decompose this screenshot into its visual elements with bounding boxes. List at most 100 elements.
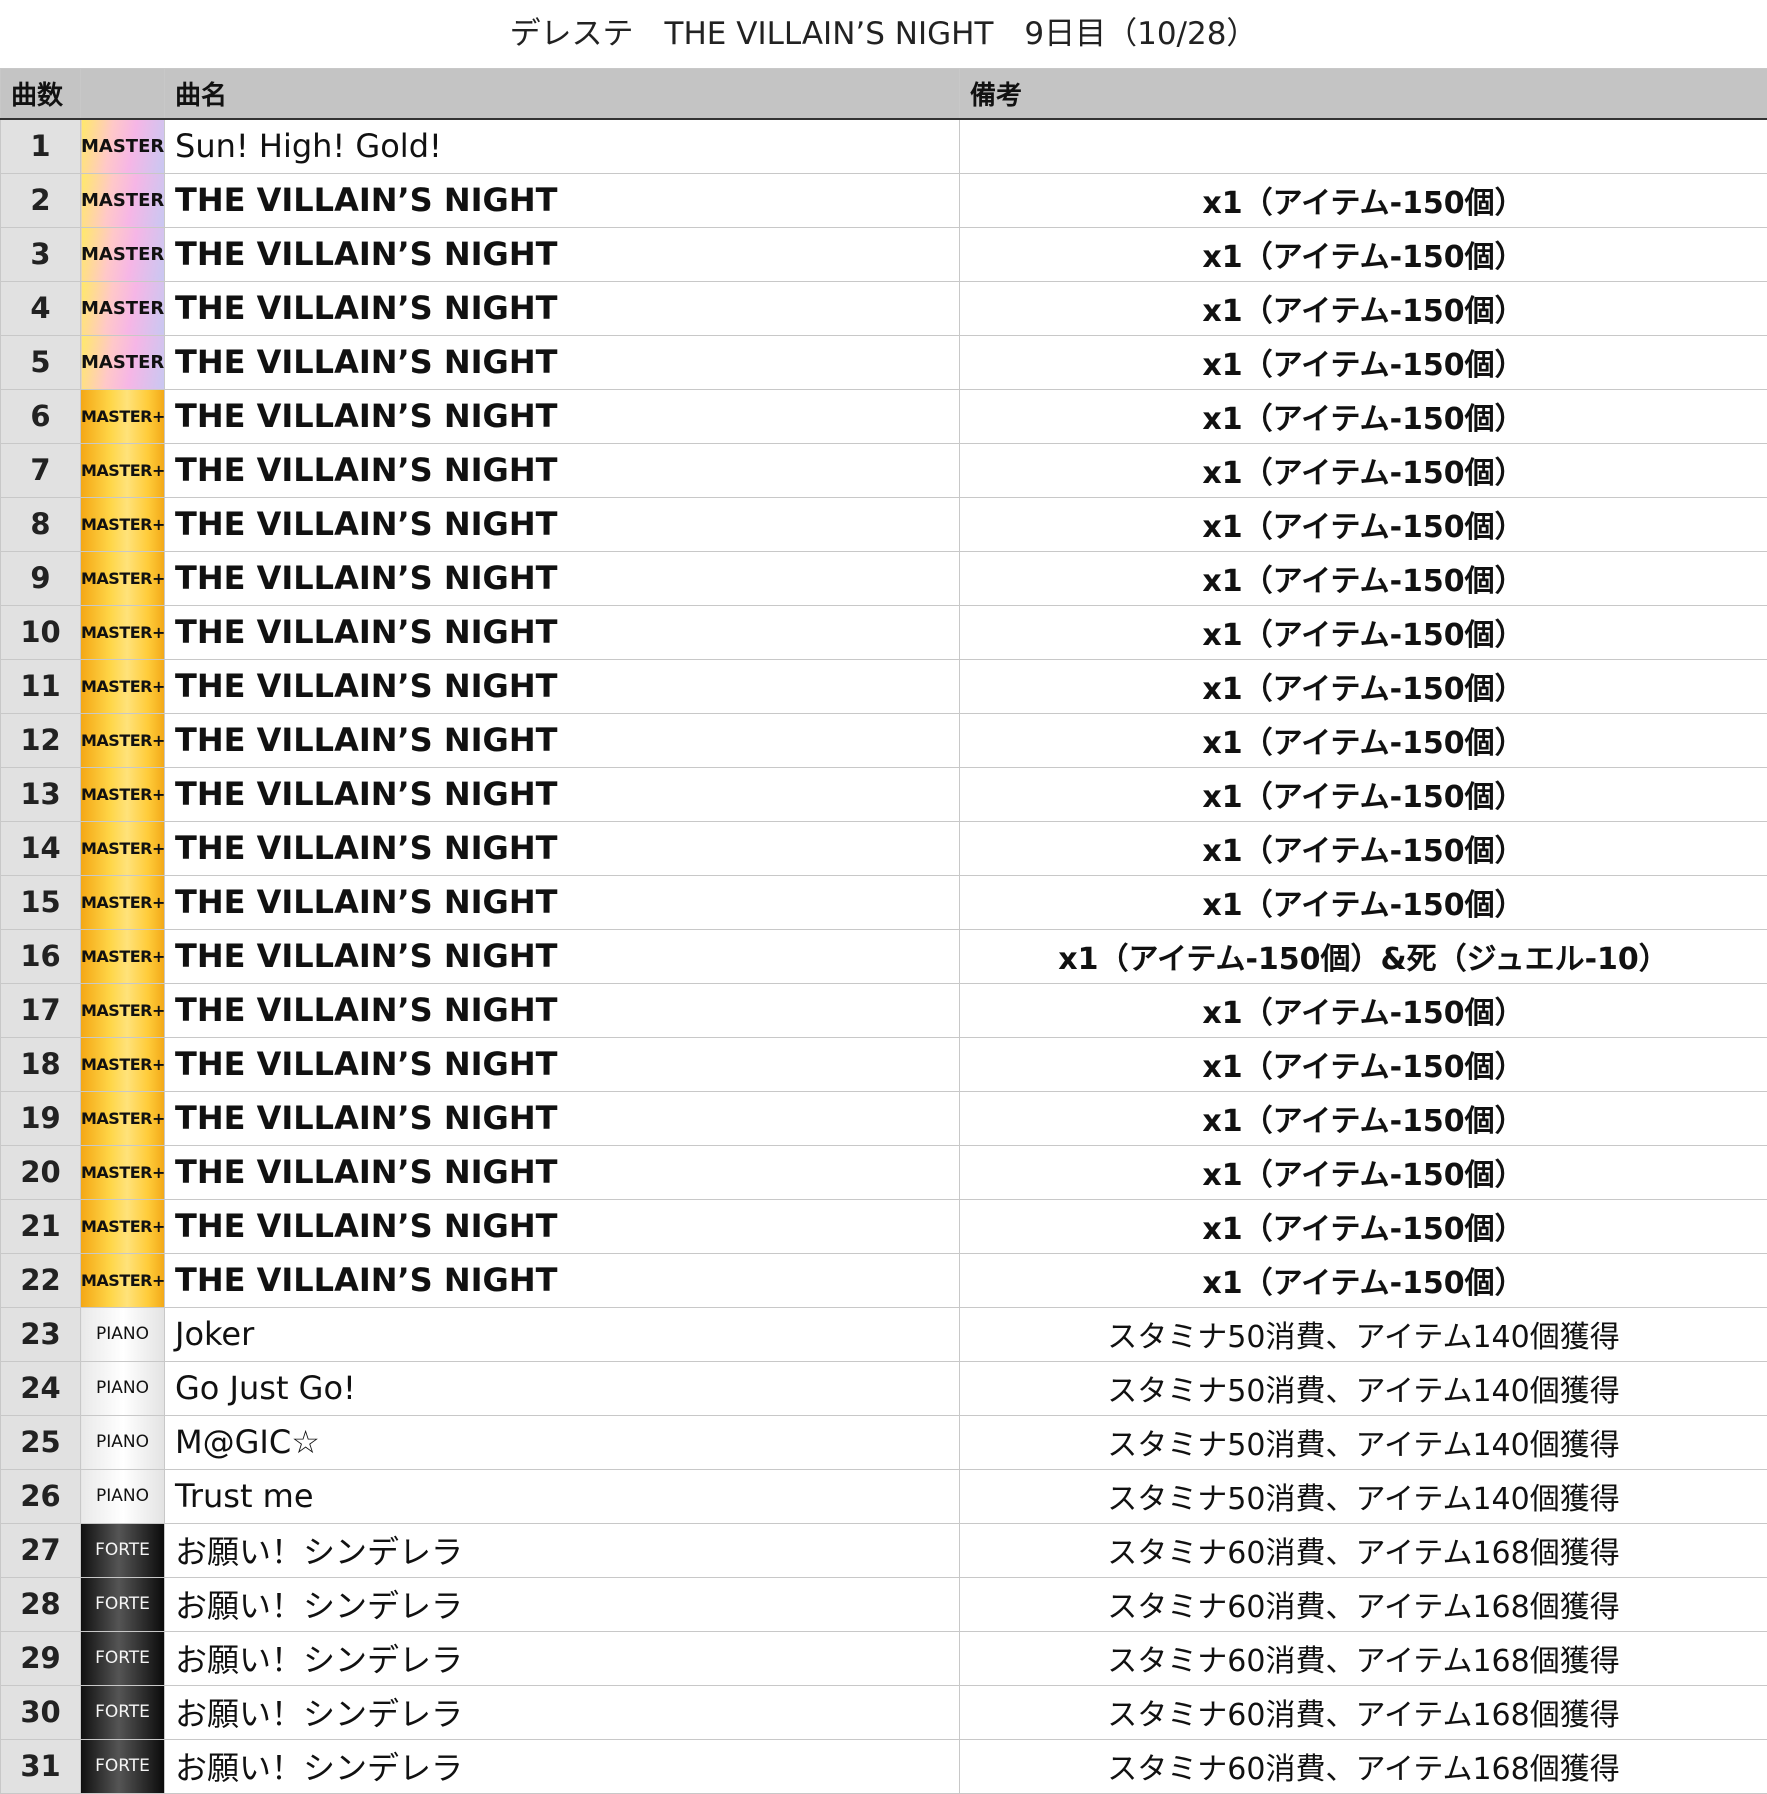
table-row: 30FORTEお願い！シンデレラスタミナ60消費、アイテム168個獲得 <box>1 1685 1767 1739</box>
table-row: 21MASTER+THE VILLAIN’S NIGHTx1（アイテム-150個… <box>1 1199 1767 1253</box>
difficulty-badge: MASTER <box>81 173 165 227</box>
difficulty-badge: MASTER+ <box>81 713 165 767</box>
table-header-row: 曲数 曲名 備考 <box>1 69 1767 120</box>
song-name: THE VILLAIN’S NIGHT <box>165 551 960 605</box>
song-name: THE VILLAIN’S NIGHT <box>165 497 960 551</box>
row-number: 26 <box>1 1469 81 1523</box>
row-number: 20 <box>1 1145 81 1199</box>
table-row: 13MASTER+THE VILLAIN’S NIGHTx1（アイテム-150個… <box>1 767 1767 821</box>
table-row: 24PIANOGo Just Go!スタミナ50消費、アイテム140個獲得 <box>1 1361 1767 1415</box>
difficulty-badge: PIANO <box>81 1361 165 1415</box>
table-row: 8MASTER+THE VILLAIN’S NIGHTx1（アイテム-150個） <box>1 497 1767 551</box>
remarks: スタミナ50消費、アイテム140個獲得 <box>960 1415 1767 1469</box>
table-row: 18MASTER+THE VILLAIN’S NIGHTx1（アイテム-150個… <box>1 1037 1767 1091</box>
difficulty-badge: MASTER <box>81 335 165 389</box>
song-name: お願い！シンデレラ <box>165 1577 960 1631</box>
row-number: 17 <box>1 983 81 1037</box>
row-number: 5 <box>1 335 81 389</box>
remarks: スタミナ50消費、アイテム140個獲得 <box>960 1361 1767 1415</box>
header-song-count: 曲数 <box>1 69 81 120</box>
difficulty-badge: MASTER+ <box>81 551 165 605</box>
table-row: 11MASTER+THE VILLAIN’S NIGHTx1（アイテム-150個… <box>1 659 1767 713</box>
page-title: デレステ THE VILLAIN’S NIGHT 9日目（10/28） <box>0 0 1767 68</box>
remarks: x1（アイテム-150個） <box>960 1037 1767 1091</box>
difficulty-badge: MASTER+ <box>81 983 165 1037</box>
remarks: x1（アイテム-150個） <box>960 551 1767 605</box>
table-row: 16MASTER+THE VILLAIN’S NIGHTx1（アイテム-150個… <box>1 929 1767 983</box>
song-name: THE VILLAIN’S NIGHT <box>165 659 960 713</box>
row-number: 16 <box>1 929 81 983</box>
difficulty-badge: MASTER+ <box>81 929 165 983</box>
remarks: スタミナ60消費、アイテム168個獲得 <box>960 1631 1767 1685</box>
row-number: 1 <box>1 119 81 173</box>
row-number: 14 <box>1 821 81 875</box>
difficulty-badge: MASTER+ <box>81 1091 165 1145</box>
remarks: x1（アイテム-150個） <box>960 281 1767 335</box>
remarks: x1（アイテム-150個） <box>960 821 1767 875</box>
table-row: 10MASTER+THE VILLAIN’S NIGHTx1（アイテム-150個… <box>1 605 1767 659</box>
remarks: x1（アイテム-150個） <box>960 497 1767 551</box>
row-number: 8 <box>1 497 81 551</box>
row-number: 30 <box>1 1685 81 1739</box>
table-row: 12MASTER+THE VILLAIN’S NIGHTx1（アイテム-150個… <box>1 713 1767 767</box>
remarks: x1（アイテム-150個） <box>960 227 1767 281</box>
difficulty-badge: MASTER+ <box>81 1037 165 1091</box>
song-name: THE VILLAIN’S NIGHT <box>165 281 960 335</box>
remarks: x1（アイテム-150個） <box>960 1091 1767 1145</box>
row-number: 11 <box>1 659 81 713</box>
remarks: x1（アイテム-150個） <box>960 659 1767 713</box>
song-name: THE VILLAIN’S NIGHT <box>165 1091 960 1145</box>
row-number: 15 <box>1 875 81 929</box>
difficulty-badge: MASTER <box>81 281 165 335</box>
difficulty-badge: MASTER <box>81 119 165 173</box>
table-row: 28FORTEお願い！シンデレラスタミナ60消費、アイテム168個獲得 <box>1 1577 1767 1631</box>
row-number: 22 <box>1 1253 81 1307</box>
table-row: 20MASTER+THE VILLAIN’S NIGHTx1（アイテム-150個… <box>1 1145 1767 1199</box>
remarks: スタミナ60消費、アイテム168個獲得 <box>960 1685 1767 1739</box>
remarks: x1（アイテム-150個） <box>960 173 1767 227</box>
row-number: 10 <box>1 605 81 659</box>
difficulty-badge: FORTE <box>81 1685 165 1739</box>
table-row: 23PIANOJokerスタミナ50消費、アイテム140個獲得 <box>1 1307 1767 1361</box>
row-number: 21 <box>1 1199 81 1253</box>
table-row: 7MASTER+THE VILLAIN’S NIGHTx1（アイテム-150個） <box>1 443 1767 497</box>
difficulty-badge: MASTER+ <box>81 1253 165 1307</box>
row-number: 31 <box>1 1739 81 1793</box>
remarks: スタミナ60消費、アイテム168個獲得 <box>960 1577 1767 1631</box>
difficulty-badge: MASTER+ <box>81 443 165 497</box>
table-body: 1MASTERSun! High! Gold!2MASTERTHE VILLAI… <box>1 119 1767 1793</box>
song-name: Sun! High! Gold! <box>165 119 960 173</box>
song-name: THE VILLAIN’S NIGHT <box>165 929 960 983</box>
row-number: 6 <box>1 389 81 443</box>
song-name: M@GIC☆ <box>165 1415 960 1469</box>
difficulty-badge: FORTE <box>81 1739 165 1793</box>
song-name: お願い！シンデレラ <box>165 1523 960 1577</box>
song-name: Trust me <box>165 1469 960 1523</box>
row-number: 18 <box>1 1037 81 1091</box>
remarks: x1（アイテム-150個） <box>960 443 1767 497</box>
song-name: THE VILLAIN’S NIGHT <box>165 227 960 281</box>
row-number: 2 <box>1 173 81 227</box>
song-name: THE VILLAIN’S NIGHT <box>165 983 960 1037</box>
remarks: x1（アイテム-150個） <box>960 875 1767 929</box>
row-number: 12 <box>1 713 81 767</box>
table-row: 22MASTER+THE VILLAIN’S NIGHTx1（アイテム-150個… <box>1 1253 1767 1307</box>
song-name: THE VILLAIN’S NIGHT <box>165 1145 960 1199</box>
table-row: 27FORTEお願い！シンデレラスタミナ60消費、アイテム168個獲得 <box>1 1523 1767 1577</box>
difficulty-badge: FORTE <box>81 1631 165 1685</box>
difficulty-badge: MASTER+ <box>81 1145 165 1199</box>
difficulty-badge: PIANO <box>81 1307 165 1361</box>
header-difficulty <box>81 69 165 120</box>
difficulty-badge: MASTER+ <box>81 1199 165 1253</box>
table-row: 14MASTER+THE VILLAIN’S NIGHTx1（アイテム-150個… <box>1 821 1767 875</box>
header-remarks: 備考 <box>960 69 1767 120</box>
song-name: THE VILLAIN’S NIGHT <box>165 767 960 821</box>
table-row: 9MASTER+THE VILLAIN’S NIGHTx1（アイテム-150個） <box>1 551 1767 605</box>
table-row: 5MASTERTHE VILLAIN’S NIGHTx1（アイテム-150個） <box>1 335 1767 389</box>
row-number: 13 <box>1 767 81 821</box>
remarks <box>960 119 1767 173</box>
table-row: 17MASTER+THE VILLAIN’S NIGHTx1（アイテム-150個… <box>1 983 1767 1037</box>
remarks: x1（アイテム-150個） <box>960 1145 1767 1199</box>
difficulty-badge: MASTER+ <box>81 875 165 929</box>
table-row: 6MASTER+THE VILLAIN’S NIGHTx1（アイテム-150個） <box>1 389 1767 443</box>
